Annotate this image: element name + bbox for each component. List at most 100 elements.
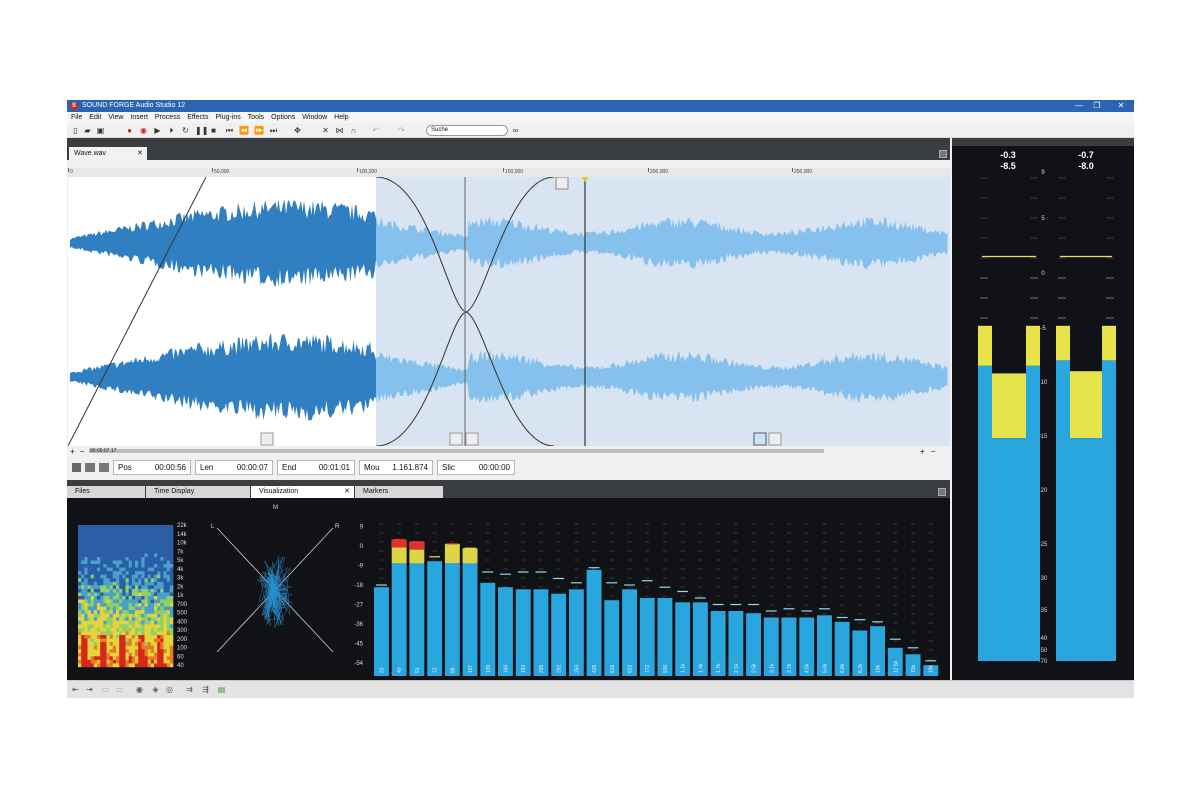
spectrum-band-label: 193 [521,664,527,673]
go-start-icon[interactable]: ⏮ [225,126,234,135]
menu-insert[interactable]: Insert [130,112,148,123]
zoom-out-right-icon[interactable]: − [931,447,936,456]
status-rewind-icon[interactable]: ⇤ [71,686,80,694]
spectrum-bar [604,600,620,676]
menu-process[interactable]: Process [155,112,180,123]
open-folder-icon[interactable]: ▰ [83,126,92,135]
frequency-label: 5k [177,558,184,564]
zoom-in-right-icon[interactable]: + [920,447,925,456]
document-tab-bar: Wave.wav ✕ [67,138,950,160]
spectrum-band-label: 160 [504,664,510,673]
center-icon[interactable]: ◈ [151,686,160,694]
tab-visualization[interactable]: Visualization ✕ [251,486,354,498]
crossfade-icon[interactable]: ⋈ [335,126,344,135]
title-bar[interactable]: S SOUND FORGE Audio Studio 12 — ❐ ✕ [67,100,1134,112]
zoom-in-icon[interactable]: + [70,447,75,456]
end-field[interactable]: End 00:01:01 [277,460,355,475]
spectrum-bar [391,563,407,676]
maximize-doc-icon[interactable] [939,150,947,158]
search-input[interactable]: Suche [426,125,508,136]
spectrum-bar [533,589,549,676]
trim-icon[interactable]: ✕ [321,126,330,135]
snap-right-icon[interactable]: ⇶ [201,686,210,694]
tab-files[interactable]: Files [67,486,145,498]
eye-icon[interactable]: ◉ [135,686,144,694]
frequency-label: 14k [177,532,188,538]
maximize-panel-icon[interactable] [938,488,946,496]
zoom-out-icon[interactable]: − [80,447,85,456]
stop-icon[interactable]: ■ [209,126,218,135]
status-frame-icon[interactable]: ▭ [101,686,110,694]
save-icon[interactable]: ▣ [96,126,105,135]
tab-time-display[interactable]: Time Display [146,486,250,498]
menu-tools[interactable]: Tools [248,112,264,123]
menu-file[interactable]: File [71,112,82,123]
frequency-label: 400 [177,619,188,625]
undo-icon[interactable]: ↶ [371,126,380,135]
menu-edit[interactable]: Edit [89,112,101,123]
menu-effects[interactable]: Effects [187,112,208,123]
play-all-icon[interactable]: ⏵ [167,126,176,135]
forward-icon[interactable]: ⏩ [254,126,264,135]
db-scale-label: -27 [354,603,363,609]
menu-view[interactable]: View [108,112,123,123]
region-handle-icon [260,432,274,446]
spectrum-band-label: 3.7k [787,663,793,673]
minimize-button[interactable]: — [1070,100,1088,112]
redo-icon[interactable]: ↷ [397,126,406,135]
spectrum-band-label: 2.5k [752,663,758,673]
menu-window[interactable]: Window [302,112,327,123]
horizontal-scrollbar[interactable] [89,449,824,453]
position-field[interactable]: Pos 00:00:56 [113,460,191,475]
db-scale-label: -36 [354,622,363,628]
view-icon[interactable]: ◎ [165,686,174,694]
length-field[interactable]: Len 00:00:07 [195,460,273,475]
spectrum-bar [498,587,513,676]
record-icon[interactable]: ● [125,126,134,135]
lock-icon[interactable] [72,463,81,472]
go-end-icon[interactable]: ⏭ [269,126,278,135]
selection-mode-icon[interactable] [85,463,95,472]
binoculars-icon[interactable]: ∞ [511,126,520,135]
waveform-svg[interactable] [67,176,950,447]
level-meter-panel: 9 5 0 -5 -10 -15 -20 -25 -30 -35 -40 -50 -70 -0.3 -8.5… [952,138,1134,680]
frequency-label: 22k [177,523,188,529]
close-tab-icon[interactable]: ✕ [344,486,350,498]
waveform-channel-left [70,199,376,288]
selection-status-row: Pos 00:00:56 Len 00:00:07 End 00:01:01 Mou 1… [67,457,950,479]
mouse-position-field[interactable]: Mou 1.161.874 [359,460,433,475]
ruler-label: 0 [70,169,73,175]
tab-markers[interactable]: Markers [355,486,443,498]
spectrum-band-label: 1.4k [698,663,704,673]
play-icon[interactable]: ▶ [153,126,162,135]
rewind-icon[interactable]: ⏪ [239,126,249,135]
snap-icon[interactable]: ✥ [293,126,302,135]
selection-end-icon[interactable] [99,463,109,472]
snap-left-icon[interactable]: ⇉ [185,686,194,694]
magnet-icon[interactable]: ∩ [349,126,358,135]
status-forward-icon[interactable]: ⇥ [85,686,94,694]
close-tab-icon[interactable]: ✕ [137,147,143,160]
waveform-view[interactable] [67,176,950,447]
status-frame2-icon[interactable]: ▭ [115,686,124,694]
close-button[interactable]: ✕ [1112,100,1130,112]
frequency-label: 60 [177,654,184,660]
vectorscope-label-r: R [335,524,340,530]
document-tab[interactable]: Wave.wav ✕ [69,147,147,160]
pause-icon[interactable]: ❚❚ [195,126,208,135]
slice-field[interactable]: Slic 00:00:00 [437,460,515,475]
loop-play-icon[interactable]: ↻ [181,126,190,135]
menu-options[interactable]: Options [271,112,295,123]
spectrum-analyzer: 9 0 -9 -18 -27 -36 -45 -54 20 40 51 72 88 107 130 160 19… [354,523,939,676]
frequency-label: 1k [177,593,184,599]
meter-scale-label: 5 [1041,216,1045,222]
new-file-icon[interactable]: ▯ [71,126,80,135]
menu-help[interactable]: Help [334,112,348,123]
menu-plugins[interactable]: Plug-ins [215,112,240,123]
spectrum-bar [568,589,584,676]
restore-button[interactable]: ❐ [1088,100,1106,112]
horizontal-scroll-row: + − 00:00:07.17 + − [67,446,950,456]
color-bars-icon[interactable]: ▤ [217,686,226,694]
record-arm-icon[interactable]: ◉ [139,126,148,135]
time-ruler[interactable]: 0 50,000 100,000 150,000 200,000 250,000 [67,168,950,177]
